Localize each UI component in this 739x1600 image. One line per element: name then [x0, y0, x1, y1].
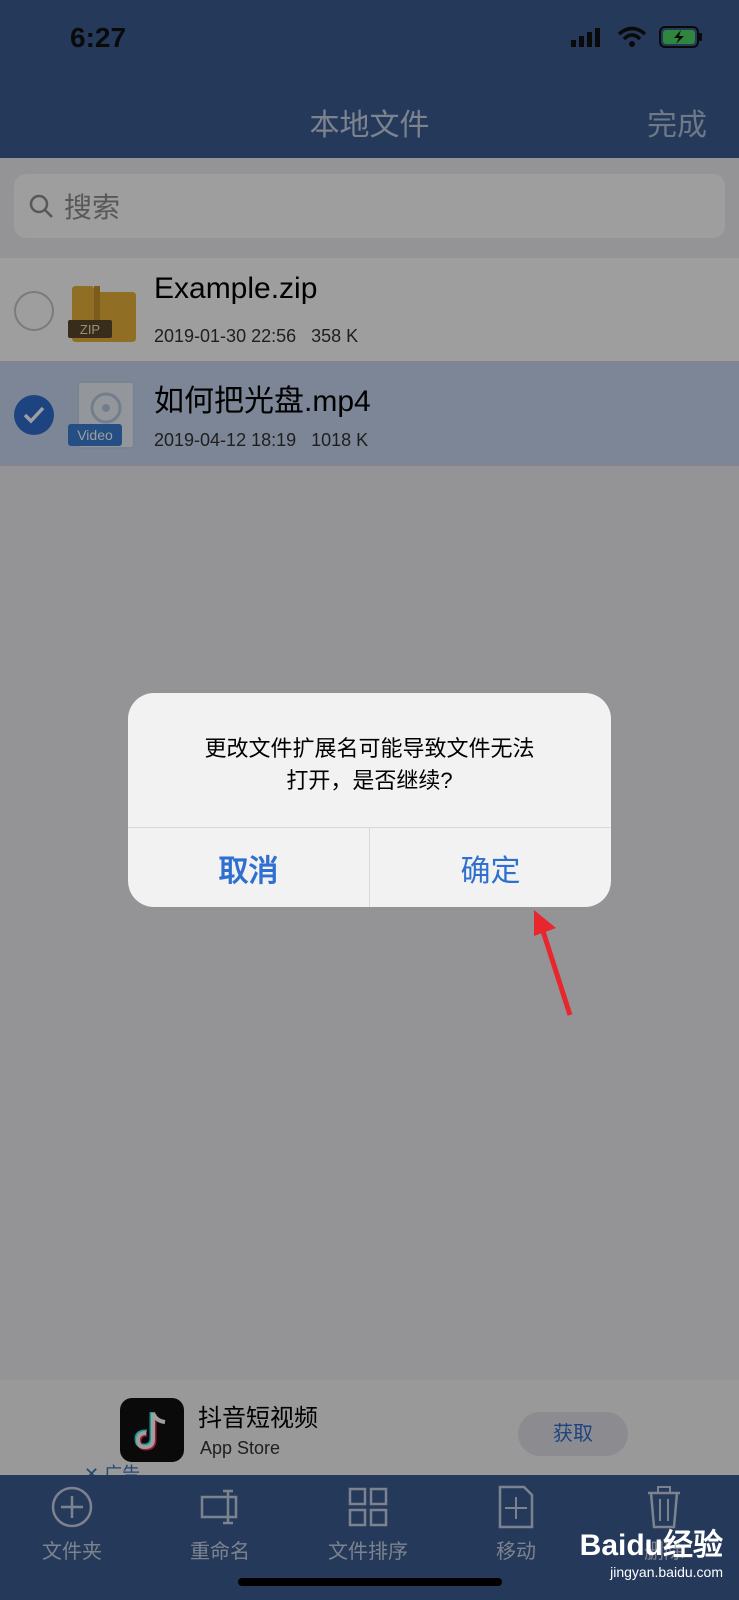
home-indicator — [238, 1578, 502, 1586]
dialog-message: 更改文件扩展名可能导致文件无法 打开，是否继续? — [158, 733, 581, 797]
annotation-arrow-icon — [534, 910, 573, 1016]
confirm-dialog: 更改文件扩展名可能导致文件无法 打开，是否继续? 取消 确定 — [128, 693, 611, 907]
cancel-button[interactable]: 取消 — [128, 828, 369, 907]
dialog-actions: 取消 确定 — [128, 827, 611, 907]
watermark-main: Baidu经验 — [579, 1529, 723, 1562]
dialog-message-line2: 打开，是否继续? — [286, 768, 453, 793]
watermark-sub: jingyan.baidu.com — [610, 1564, 723, 1580]
baidu-watermark: Baidu经验 jingyan.baidu.com — [580, 1520, 723, 1580]
confirm-button[interactable]: 确定 — [369, 828, 611, 907]
dialog-message-line1: 更改文件扩展名可能导致文件无法 — [204, 736, 535, 761]
